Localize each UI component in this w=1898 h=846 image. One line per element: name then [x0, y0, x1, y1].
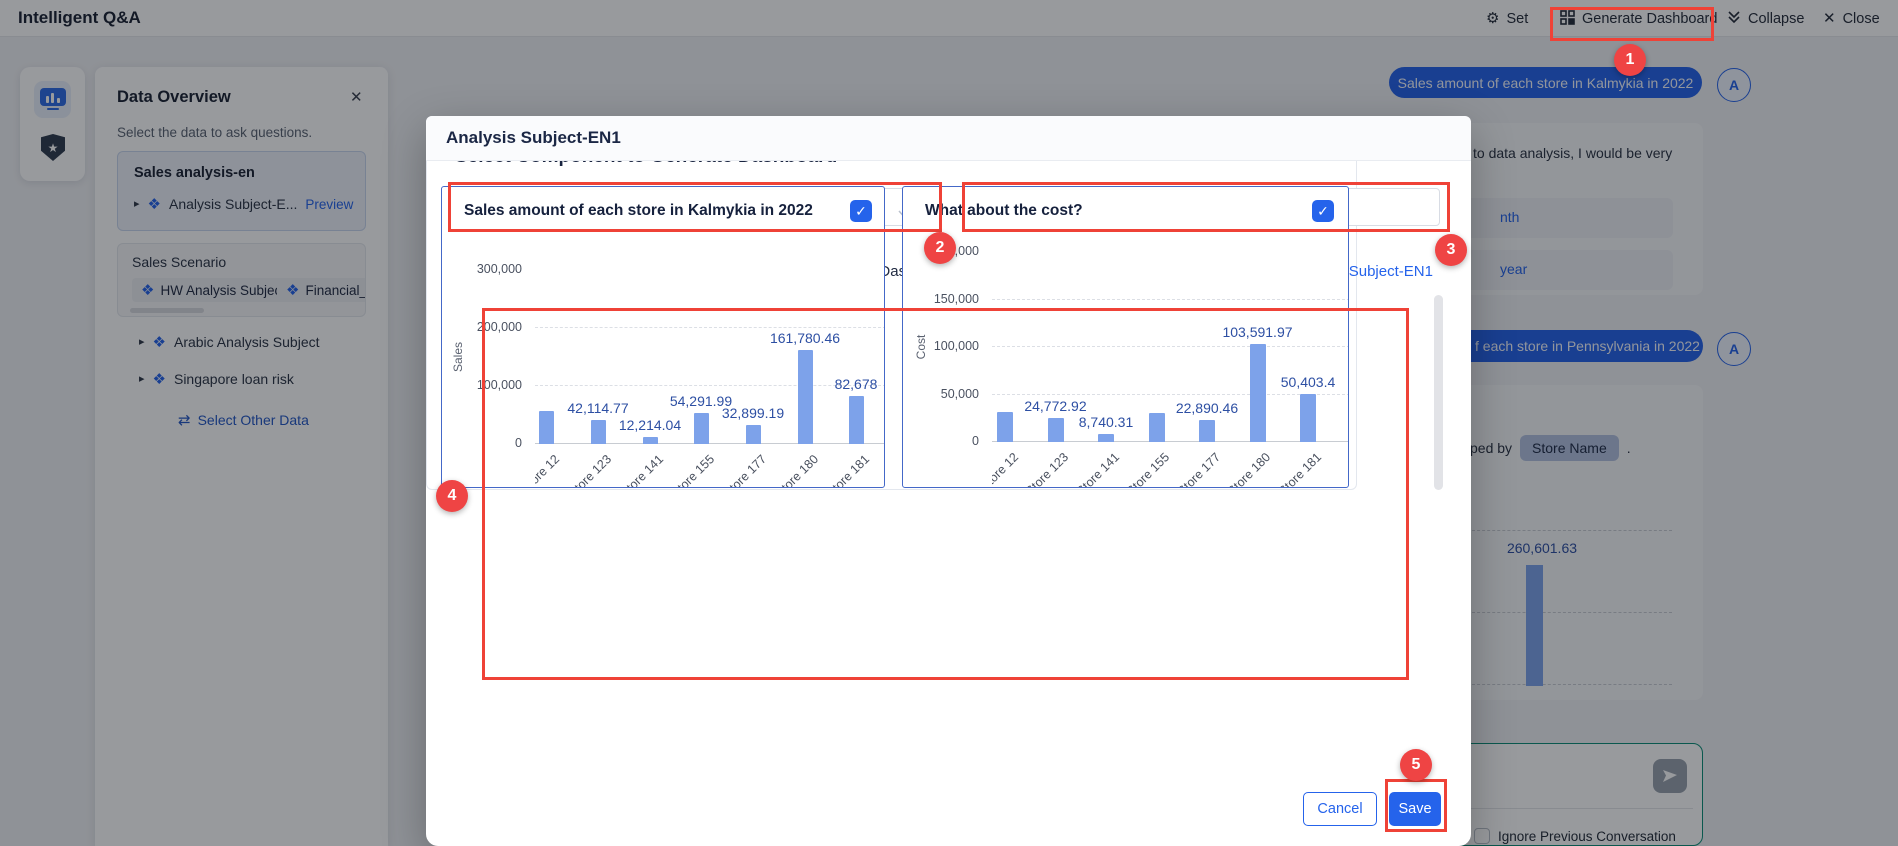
y-axis-title: Cost [914, 335, 928, 360]
bar [539, 411, 554, 444]
chart-checkbox-checked[interactable]: ✓ [850, 200, 872, 222]
y-axis-tick-label: 300,000 [442, 262, 522, 276]
generate-dashboard-modal: Select Component to Generate Dashboard ✕… [426, 116, 1471, 846]
bar [849, 396, 864, 444]
analysis-subject-panel-header: Analysis Subject-EN1 [426, 116, 1471, 161]
modal-scrollbar-thumb[interactable] [1434, 295, 1443, 490]
y-axis-tick-label: 200,000 [903, 244, 979, 258]
y-axis-tick-label: 150,000 [903, 292, 979, 306]
analysis-subject-panel-title: Analysis Subject-EN1 [446, 128, 621, 148]
x-axis-tick-label: Store 123 [566, 452, 614, 488]
bar [1250, 344, 1266, 442]
x-axis-tick-label: Store 141 [1074, 450, 1122, 488]
bar [746, 425, 761, 444]
y-axis-tick-label: 0 [903, 434, 979, 448]
plot-area: Store 1242,114.77Store 12312,214.04Store… [535, 270, 885, 488]
y-axis-tick-label: 200,000 [442, 320, 522, 334]
x-axis-tick-label: Store 177 [1175, 450, 1223, 488]
bar [1300, 394, 1316, 442]
y-axis-title: Sales [451, 342, 465, 372]
gridline [992, 299, 1349, 300]
bar [997, 412, 1013, 442]
x-axis-tick-label: Store 155 [669, 452, 717, 488]
x-axis-tick-label: Store 141 [618, 452, 666, 488]
bar-value-label: 24,772.92 [992, 398, 1126, 414]
x-axis-tick-label: Store 180 [1225, 450, 1273, 488]
chart-title: Sales amount of each store in Kalmykia i… [464, 202, 813, 220]
y-axis-tick-label: 50,000 [903, 387, 979, 401]
gridline [992, 441, 1349, 442]
bar [643, 437, 658, 444]
cancel-button[interactable]: Cancel [1303, 792, 1377, 826]
x-axis-tick-label: Store 12 [535, 452, 562, 488]
x-axis-tick-label: Store 181 [1276, 450, 1324, 488]
x-axis-tick-label: Store 12 [992, 450, 1021, 488]
x-axis-tick-label: Store 180 [773, 452, 821, 488]
chart-checkbox-checked[interactable]: ✓ [1312, 200, 1334, 222]
chart-card-sales-kalmykia[interactable]: Sales amount of each store in Kalmykia i… [441, 186, 885, 488]
analysis-subject-panel: Analysis Subject-EN1 Sales amount of eac… [426, 116, 1357, 490]
gridline [535, 443, 885, 444]
bar-value-label: 50,403.4 [1238, 374, 1349, 390]
x-axis-tick-label: Store 181 [824, 452, 872, 488]
x-axis-tick-label: Store 177 [721, 452, 769, 488]
gridline [535, 327, 885, 328]
y-axis-tick-label: 0 [442, 436, 522, 450]
y-axis-tick-label: 100,000 [442, 378, 522, 392]
bar [1098, 434, 1114, 442]
gridline [992, 346, 1349, 347]
bar-value-label: 161,780.46 [735, 330, 875, 346]
bar-value-label: 103,591.97 [1188, 324, 1328, 340]
bar-value-label: 82,678 [786, 376, 885, 392]
intelligent-qa-window: Intelligent Q&A ⚙ Set Generate Dashboard… [0, 0, 1898, 846]
bar [1199, 420, 1215, 442]
plot-area: Store 1224,772.92Store 1238,740.31Store … [992, 252, 1349, 488]
save-button[interactable]: Save [1389, 792, 1441, 826]
bar [1149, 413, 1165, 442]
gridline [992, 394, 1349, 395]
bar [798, 350, 813, 444]
chart-card-cost[interactable]: What about the cost? ✓ Store 12 24,772.92… [902, 186, 1349, 488]
x-axis-tick-label: Store 155 [1124, 450, 1172, 488]
x-axis-tick-label: Store 123 [1023, 450, 1071, 488]
chart-title: What about the cost? [925, 202, 1083, 220]
